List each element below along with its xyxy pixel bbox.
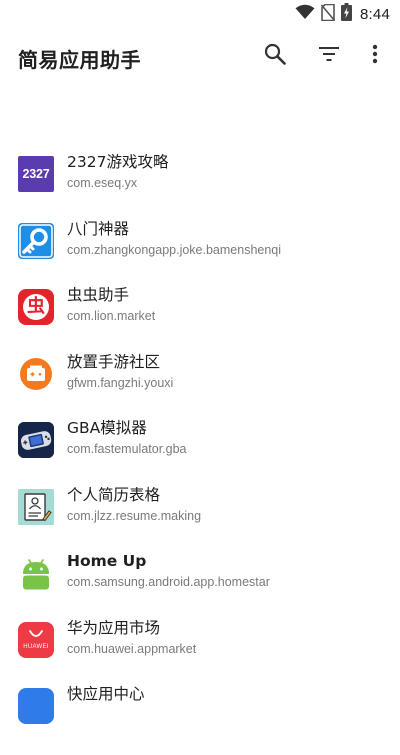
list-item[interactable]: HUAWEI 华为应用市场 com.huawei.appmarket	[0, 619, 400, 689]
list-item[interactable]: 2327 2327游戏攻略 com.eseq.yx	[0, 153, 400, 223]
android-robot-icon	[18, 555, 54, 591]
status-bar: 8:44	[0, 0, 400, 28]
list-item[interactable]: 八门神器 com.zhangkongapp.joke.bamenshenqi	[0, 220, 400, 290]
more-vert-icon	[372, 44, 378, 68]
app-name: 个人简历表格	[67, 485, 161, 504]
list-item[interactable]: 快应用中心	[0, 685, 400, 755]
app-name: GBA模拟器	[67, 419, 147, 437]
app-list: 2327 2327游戏攻略 com.eseq.yx 八门神器 com.zhang…	[0, 153, 400, 755]
app-name: 虫虫助手	[67, 286, 130, 304]
app-package: com.samsung.android.app.homestar	[67, 575, 270, 589]
app-package: com.zhangkongapp.joke.bamenshenqi	[67, 242, 282, 257]
list-item[interactable]: 虫 虫虫助手 com.lion.market	[0, 286, 400, 356]
list-item[interactable]: Home Up com.samsung.android.app.homestar	[0, 552, 400, 622]
wifi-icon	[295, 4, 315, 24]
search-icon	[264, 43, 286, 69]
bamen-key-icon	[18, 222, 54, 259]
filter-icon	[318, 46, 340, 66]
quickapp-icon	[18, 688, 54, 724]
no-sim-icon	[320, 3, 336, 25]
app-package: com.eseq.yx	[67, 176, 138, 190]
gba-console-icon	[18, 422, 54, 458]
search-button[interactable]	[261, 42, 289, 70]
app-bar: 简易应用助手	[0, 28, 400, 86]
app-name: 华为应用市场	[67, 618, 161, 637]
status-icons: 8:44	[295, 3, 390, 25]
app-name: 八门神器	[67, 219, 130, 238]
battery-charging-icon	[341, 3, 352, 25]
huawei-icon-label: HUAWEI	[23, 644, 49, 650]
chongchong-icon: 虫	[18, 289, 54, 325]
chongchong-icon-glyph: 虫	[27, 296, 45, 317]
app-name: 快应用中心	[67, 685, 145, 703]
app-name: 2327游戏攻略	[67, 153, 169, 171]
app-name: Home Up	[67, 552, 147, 570]
app-name: 放置手游社区	[67, 352, 161, 371]
app-package: gfwm.fangzhi.youxi	[67, 375, 174, 390]
list-item[interactable]: 放置手游社区 gfwm.fangzhi.youxi	[0, 353, 400, 423]
app-package: com.huawei.appmarket	[67, 641, 197, 656]
resume-document-icon	[18, 488, 54, 525]
app-title: 简易应用助手	[18, 48, 141, 72]
app-package: com.fastemulator.gba	[67, 442, 187, 456]
huawei-bag-icon: HUAWEI	[18, 621, 54, 658]
filter-button[interactable]	[315, 42, 343, 70]
status-time: 8:44	[360, 5, 390, 23]
2327-icon-label: 2327	[22, 167, 50, 181]
list-item[interactable]: 个人简历表格 com.jlzz.resume.making	[0, 486, 400, 556]
app-package: com.jlzz.resume.making	[67, 508, 202, 523]
fangzhi-controller-icon	[18, 356, 54, 392]
more-options-button[interactable]	[361, 42, 389, 70]
list-item[interactable]: GBA模拟器 com.fastemulator.gba	[0, 419, 400, 489]
2327-app-icon: 2327	[18, 156, 54, 192]
app-package: com.lion.market	[67, 309, 156, 323]
